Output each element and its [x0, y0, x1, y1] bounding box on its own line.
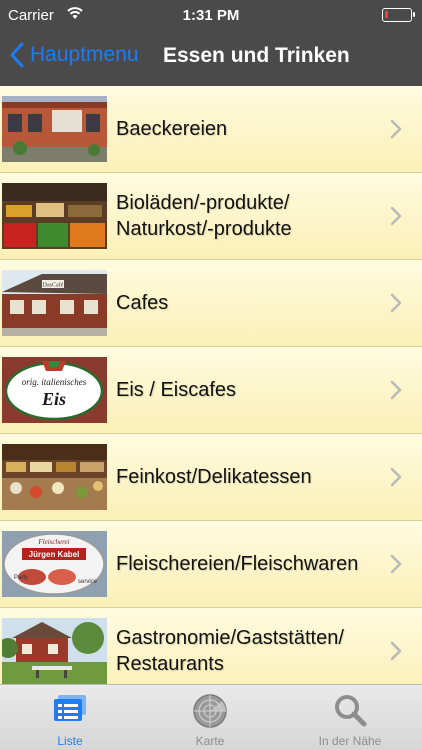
- chevron-right-icon: [390, 554, 402, 574]
- butcher-sign-right-text: service: [78, 579, 98, 585]
- page-title: Essen und Trinken: [163, 44, 350, 67]
- bakery-photo: [2, 96, 107, 162]
- chevron-right-icon: [390, 641, 402, 661]
- tab-liste[interactable]: Liste: [0, 685, 140, 750]
- butcher-sign-photo: Fleischerei Jürgen Kabel Party service: [2, 531, 107, 597]
- category-list: Baeckereien Bioläden/-produkte/ Naturkos…: [0, 86, 422, 684]
- chevron-right-icon: [390, 467, 402, 487]
- list-item-label: Baeckereien: [116, 118, 228, 140]
- list-item-label: Fleischereien/Fleischwaren: [116, 553, 359, 575]
- butcher-sign-name-text: Jürgen Kabel: [29, 550, 80, 559]
- butcher-sign-left-text: Party: [14, 575, 28, 581]
- list-item-label: Gastronomie/Gaststätten/ Restaurants: [116, 627, 344, 675]
- battery-icon: [382, 8, 415, 22]
- back-button[interactable]: Hauptmenu: [10, 42, 139, 68]
- eis-sign-top-text: orig. italienisches: [22, 377, 87, 387]
- list-item-eis[interactable]: orig. italienisches Eis Eis / Eiscafes: [0, 347, 422, 434]
- chevron-right-icon: [390, 206, 402, 226]
- chevron-right-icon: [390, 380, 402, 400]
- tab-in-der-naehe[interactable]: In der Nähe: [280, 685, 420, 750]
- clock: 1:31 PM: [182, 7, 240, 24]
- list-item-fleischereien[interactable]: Fleischerei Jürgen Kabel Party service F…: [0, 521, 422, 608]
- tab-label: Liste: [57, 734, 83, 748]
- restaurant-photo: [2, 618, 107, 684]
- status-bar: Carrier 1:31 PM: [0, 0, 422, 30]
- list-item-label: Feinkost/Delikatessen: [116, 466, 312, 488]
- list-icon: [54, 695, 86, 721]
- organic-market-photo: [2, 183, 107, 249]
- tab-label: Karte: [195, 734, 225, 748]
- tab-bar: Liste Karte In der Nähe: [0, 684, 422, 750]
- tab-label: In der Nähe: [318, 734, 382, 748]
- cafe-photo: DasCafé: [2, 270, 107, 336]
- cafe-sign-text: DasCafé: [43, 282, 64, 289]
- list-item-gastronomie[interactable]: Gastronomie/Gaststätten/ Restaurants: [0, 608, 422, 684]
- radar-icon: [193, 694, 227, 728]
- navigation-bar: Hauptmenu Essen und Trinken: [0, 30, 422, 86]
- list-item-baeckereien[interactable]: Baeckereien: [0, 86, 422, 173]
- list-item-cafes[interactable]: DasCafé Cafes: [0, 260, 422, 347]
- eis-sign-word-text: Eis: [41, 389, 66, 409]
- list-item-label: Cafes: [116, 292, 169, 314]
- list-item-label: Bioläden/-produkte/ Naturkost/-produkte: [116, 192, 292, 240]
- back-button-label: Hauptmenu: [30, 43, 139, 66]
- delicatessen-photo: [2, 444, 107, 510]
- list-item-feinkost[interactable]: Feinkost/Delikatessen: [0, 434, 422, 521]
- butcher-sign-top-text: Fleischerei: [37, 538, 69, 546]
- search-icon: [335, 695, 367, 727]
- ice-cream-sign-photo: orig. italienisches Eis: [2, 357, 107, 423]
- list-item-biolaeden[interactable]: Bioläden/-produkte/ Naturkost/-produkte: [0, 173, 422, 260]
- chevron-right-icon: [390, 119, 402, 139]
- chevron-left-icon: [10, 42, 24, 68]
- list-item-label: Eis / Eiscafes: [116, 379, 237, 401]
- chevron-right-icon: [390, 293, 402, 313]
- tab-karte[interactable]: Karte: [140, 685, 280, 750]
